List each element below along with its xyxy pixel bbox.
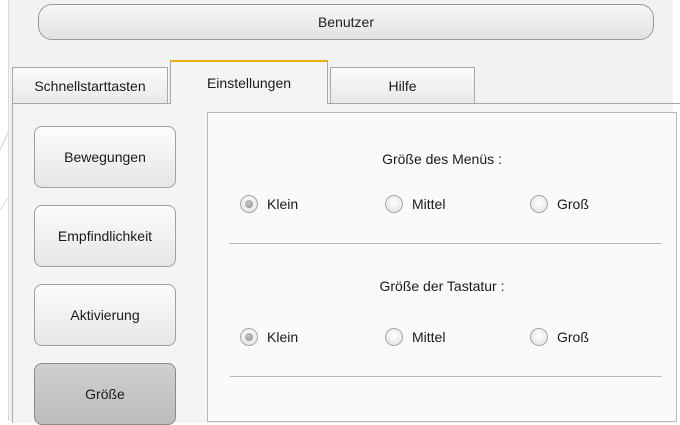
section-divider <box>230 243 662 244</box>
keyboard-size-radio-small[interactable]: Klein <box>240 328 298 346</box>
radio-label: Mittel <box>412 196 446 212</box>
radio-button-icon[interactable] <box>240 328 258 346</box>
radio-label: Groß <box>557 196 589 212</box>
radio-button-icon[interactable] <box>385 328 403 346</box>
radio-label: Klein <box>267 329 299 345</box>
sidebar-item-sensitivity[interactable]: Empfindlichkeit <box>34 205 176 267</box>
radio-button-icon[interactable] <box>385 195 403 213</box>
keyboard-size-radio-medium[interactable]: Mittel <box>385 328 445 346</box>
sidebar-item-movements[interactable]: Bewegungen <box>34 126 176 188</box>
menu-size-title: Größe des Menüs : <box>382 151 502 167</box>
radio-label: Mittel <box>412 329 446 345</box>
size-settings-panel: Größe des Menüs : Klein Mittel Groß Größ… <box>207 112 677 422</box>
sidebar-item-size[interactable]: Größe <box>34 363 176 425</box>
radio-button-icon[interactable] <box>530 195 548 213</box>
tab-quick-start-keys[interactable]: Schnellstarttasten <box>12 67 168 103</box>
tab-settings[interactable]: Einstellungen <box>170 60 328 104</box>
radio-label: Klein <box>267 196 299 212</box>
radio-label: Groß <box>557 329 589 345</box>
tab-help[interactable]: Hilfe <box>330 67 475 103</box>
sidebar-item-activation[interactable]: Aktivierung <box>34 284 176 346</box>
menu-size-radio-medium[interactable]: Mittel <box>385 195 445 213</box>
section-divider <box>230 376 662 377</box>
tab-bar-divider <box>12 103 680 104</box>
radio-button-icon[interactable] <box>240 195 258 213</box>
keyboard-size-title: Größe der Tastatur : <box>379 278 505 294</box>
user-button[interactable]: Benutzer <box>38 4 654 40</box>
menu-size-radio-small[interactable]: Klein <box>240 195 298 213</box>
keyboard-size-radio-large[interactable]: Groß <box>530 328 589 346</box>
menu-size-radio-large[interactable]: Groß <box>530 195 589 213</box>
radio-button-icon[interactable] <box>530 328 548 346</box>
